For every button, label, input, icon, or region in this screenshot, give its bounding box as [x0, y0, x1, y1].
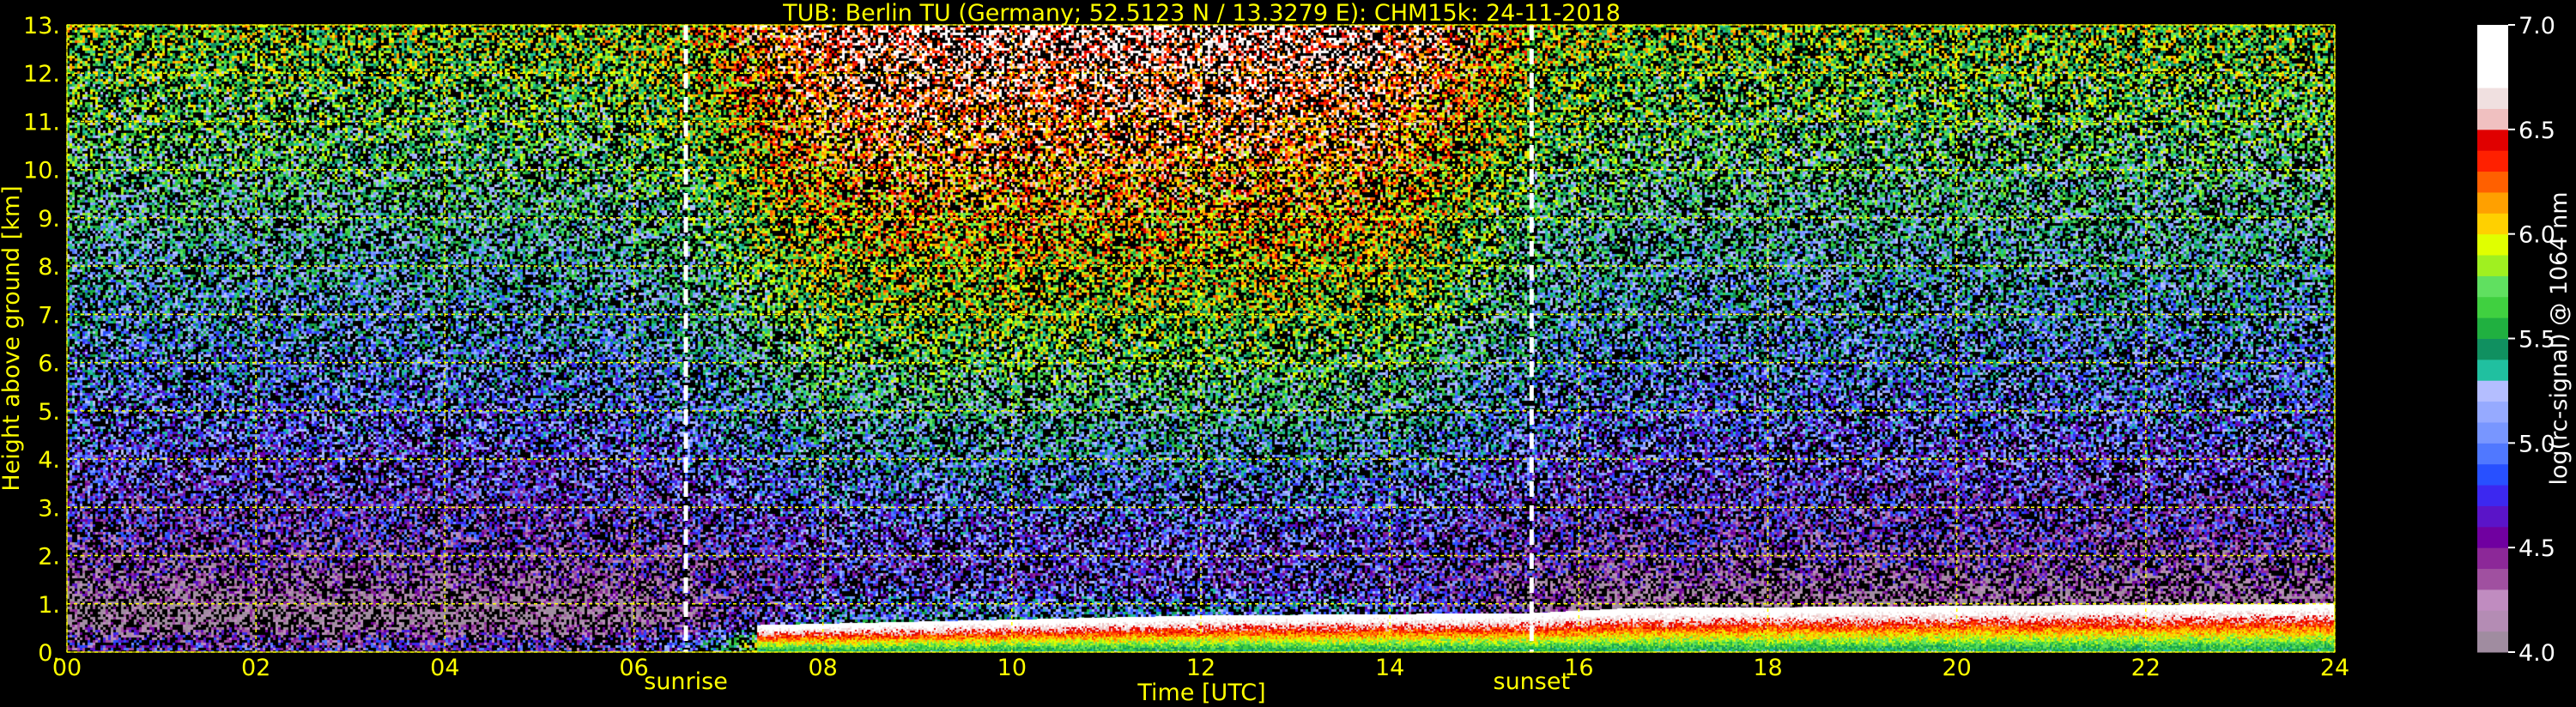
colorbar-segment	[2477, 296, 2508, 318]
y-axis-label: Height above ground [km]	[0, 185, 25, 491]
x-tick-label: 18	[1753, 655, 1782, 681]
x-tick-label: 04	[430, 655, 459, 681]
y-tick-label: 10.	[23, 158, 60, 184]
y-tick-label: 4.	[38, 447, 60, 474]
lidar-quicklook-chart: sunrise sunset TUB: Berlin TU (Germany; 5…	[0, 0, 2576, 707]
heatmap-area	[67, 25, 2335, 652]
colorbar-segment	[2477, 191, 2508, 214]
x-axis-label: Time [UTC]	[1136, 680, 1265, 706]
colorbar-segment	[2477, 275, 2508, 298]
y-tick-label: 13.	[23, 13, 60, 39]
x-tick-label: 22	[2131, 655, 2161, 681]
colorbar-segment	[2477, 589, 2508, 611]
colorbar-segment	[2477, 108, 2508, 130]
colorbar-segment	[2477, 463, 2508, 486]
x-tick-label: 24	[2320, 655, 2349, 681]
y-tick-label: 8.	[38, 254, 60, 281]
colorbar-segment	[2477, 631, 2508, 653]
colorbar-segment	[2477, 421, 2508, 444]
y-tick-label: 3.	[38, 495, 60, 522]
colorbar-segment	[2477, 505, 2508, 528]
y-tick-label: 11.	[23, 109, 60, 136]
y-tick-label: 1.	[38, 592, 60, 619]
colorbar-tick-label: 7.0	[2518, 13, 2555, 39]
y-tick-label: 5.	[38, 399, 60, 426]
colorbar-segment	[2477, 547, 2508, 570]
colorbar-segment	[2477, 66, 2508, 88]
y-tick-label: 9.	[38, 206, 60, 233]
colorbar-label: log(rc-signal) @ 1064 nm	[2546, 191, 2573, 485]
x-tick-label: 20	[1942, 655, 1971, 681]
colorbar-segment	[2477, 25, 2508, 46]
x-tick-label: 10	[997, 655, 1027, 681]
colorbar-segment	[2477, 401, 2508, 423]
colorbar-segment	[2477, 526, 2508, 548]
y-tick-label: 0.	[38, 640, 60, 667]
annotation-label: sunrise	[644, 668, 728, 695]
colorbar-segment	[2477, 233, 2508, 256]
colorbar-segment	[2477, 485, 2508, 506]
colorbar-segment	[2477, 338, 2508, 360]
annotation-label: sunset	[1494, 668, 1571, 695]
x-tick-label: 16	[1564, 655, 1593, 681]
colorbar-segment	[2477, 45, 2508, 68]
x-tick-label: 06	[619, 655, 648, 681]
colorbar-tick-label: 4.0	[2518, 640, 2555, 667]
colorbar-segment	[2477, 213, 2508, 235]
y-tick-label: 6.	[38, 351, 60, 378]
colorbar-segment	[2477, 380, 2508, 402]
heatmap-image	[67, 25, 2335, 652]
x-tick-label: 08	[808, 655, 837, 681]
x-tick-label: 02	[241, 655, 270, 681]
y-tick-label: 7.	[38, 302, 60, 329]
colorbar-segment	[2477, 610, 2508, 632]
colorbar-segment	[2477, 171, 2508, 193]
colorbar-tick-label: 4.5	[2518, 535, 2555, 562]
colorbar-segment	[2477, 359, 2508, 381]
x-tick-label: 12	[1186, 655, 1215, 681]
chart-title: TUB: Berlin TU (Germany; 52.5123 N / 13.…	[782, 0, 1621, 27]
colorbar-tick-label: 6.5	[2518, 118, 2555, 144]
colorbar-segment	[2477, 443, 2508, 465]
y-tick-label: 12.	[23, 61, 60, 88]
colorbar-segment	[2477, 129, 2508, 151]
colorbar-segment	[2477, 317, 2508, 339]
colorbar-segment	[2477, 255, 2508, 276]
colorbar-segment	[2477, 88, 2508, 109]
y-tick-label: 2.	[38, 544, 60, 571]
colorbar-segment	[2477, 568, 2508, 590]
colorbar-segment	[2477, 150, 2508, 172]
x-tick-label: 14	[1375, 655, 1404, 681]
